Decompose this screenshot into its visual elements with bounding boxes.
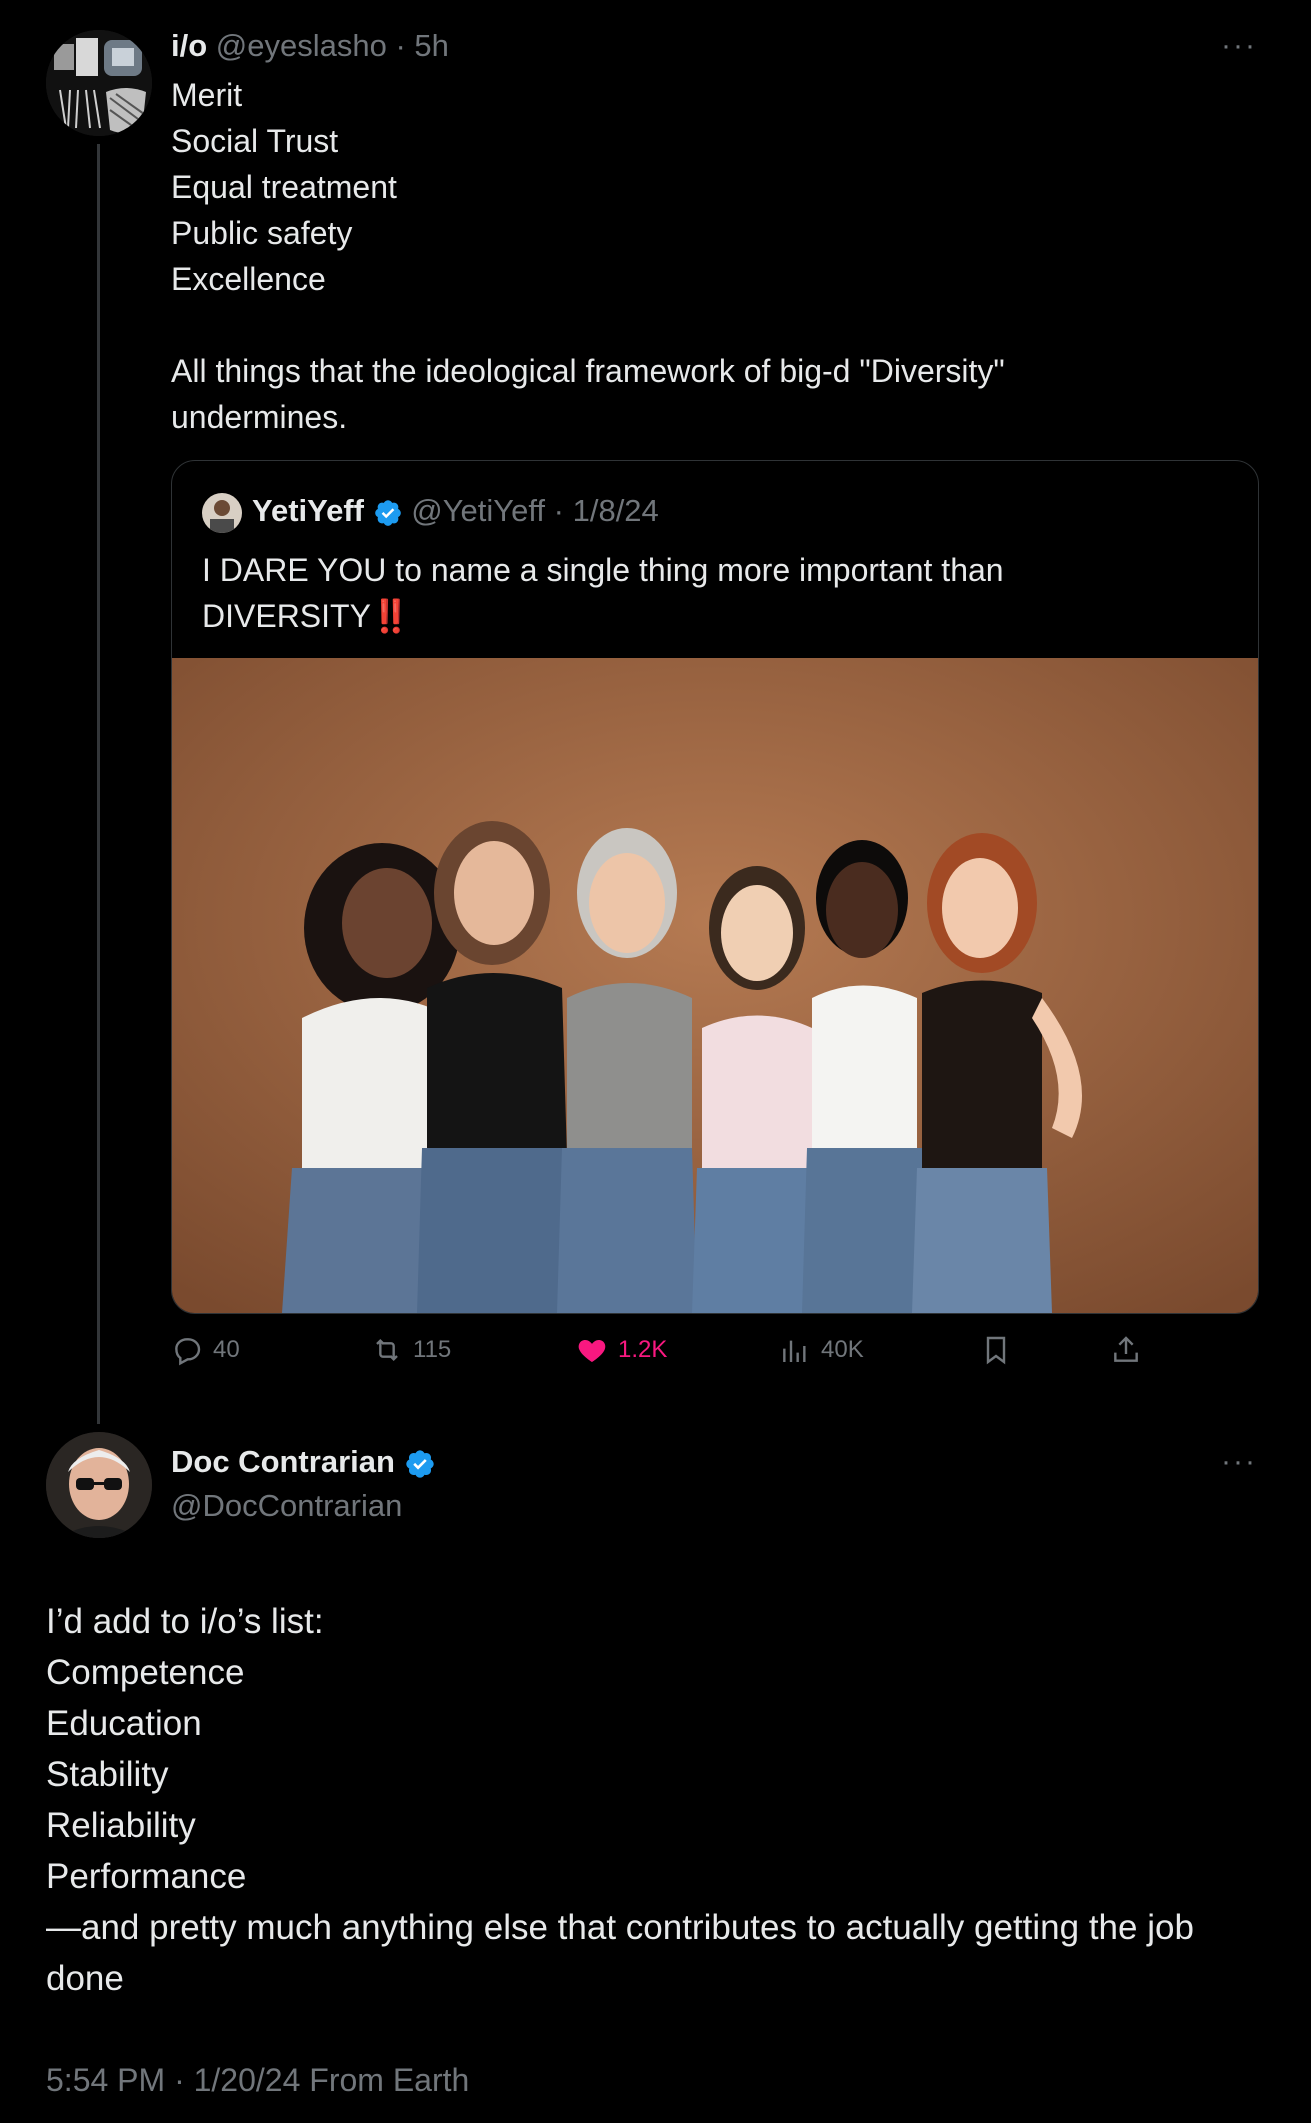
avatar-doc-contrarian[interactable] bbox=[46, 1432, 152, 1538]
tweet2-timestamp-meta[interactable]: 5:54 PM · 1/20/24 From Earth bbox=[46, 2058, 469, 2102]
tweet2-header: Doc Contrarian @DocContrarian bbox=[171, 1440, 436, 1528]
share-upload-icon bbox=[1114, 1336, 1138, 1362]
tweet2-text: I’d add to i/o’s list: Competence Educat… bbox=[46, 1602, 1194, 1998]
views-chart-icon bbox=[783, 1340, 806, 1362]
tweet1-author-name[interactable]: i/o bbox=[171, 28, 207, 63]
heart-filled-icon bbox=[578, 1340, 606, 1362]
group-photo-image bbox=[172, 658, 1258, 1313]
quote-tweet-card[interactable]: YetiYeff @YetiYeff · 1/8/24 I DARE YOU t… bbox=[171, 460, 1259, 1314]
quote-handle: @YetiYeff bbox=[411, 493, 546, 528]
quote-author-name: YetiYeff bbox=[252, 493, 364, 528]
tweet1-more-button[interactable]: ··· bbox=[1221, 31, 1257, 61]
avatar-io[interactable] bbox=[46, 30, 152, 136]
repost-button[interactable]: 115 bbox=[371, 1334, 451, 1366]
bookmark-button[interactable] bbox=[980, 1334, 1012, 1366]
repost-icon bbox=[376, 1338, 398, 1362]
repost-count: 115 bbox=[413, 1336, 452, 1363]
tweet1-handle[interactable]: @eyeslasho bbox=[216, 28, 387, 63]
tweet2-more-button[interactable]: ··· bbox=[1221, 1447, 1257, 1477]
quote-header: YetiYeff @YetiYeff · 1/8/24 bbox=[252, 489, 659, 533]
quote-text: I DARE YOU to name a single thing more i… bbox=[202, 547, 1202, 639]
quote-image[interactable] bbox=[172, 658, 1258, 1313]
double-exclamation-emoji: ‼️ bbox=[370, 598, 411, 634]
tweet1-dot-separator: · bbox=[386, 28, 415, 63]
quote-author-avatar bbox=[202, 493, 242, 533]
views-button[interactable]: 40K bbox=[779, 1334, 864, 1366]
like-button[interactable]: 1.2K bbox=[576, 1334, 667, 1366]
avatar-io-image bbox=[46, 30, 152, 136]
bookmark-icon bbox=[986, 1336, 1006, 1365]
views-count: 40K bbox=[821, 1336, 864, 1363]
tweet2-handle[interactable]: @DocContrarian bbox=[171, 1484, 436, 1528]
share-button[interactable] bbox=[1110, 1334, 1142, 1366]
tweet1-text: Merit Social Trust Equal treatment Publi… bbox=[171, 77, 1005, 435]
thread-connector-line bbox=[97, 144, 100, 1424]
quote-date: 1/8/24 bbox=[572, 493, 659, 528]
quote-text-content: I DARE YOU to name a single thing more i… bbox=[202, 552, 1004, 634]
reply-button[interactable]: 40 bbox=[171, 1334, 240, 1366]
quote-dot-separator: · bbox=[545, 493, 573, 528]
like-count: 1.2K bbox=[618, 1336, 668, 1363]
verified-badge-icon bbox=[405, 1450, 434, 1478]
tweet2-author-name[interactable]: Doc Contrarian bbox=[171, 1444, 395, 1479]
reply-count: 40 bbox=[213, 1336, 240, 1363]
tweet1-time[interactable]: 5h bbox=[414, 28, 448, 63]
avatar-doc-image bbox=[46, 1432, 152, 1538]
reply-icon bbox=[175, 1338, 201, 1366]
verified-badge-icon bbox=[374, 500, 401, 526]
tweet1-header: i/o @eyeslasho · 5h bbox=[171, 24, 449, 68]
